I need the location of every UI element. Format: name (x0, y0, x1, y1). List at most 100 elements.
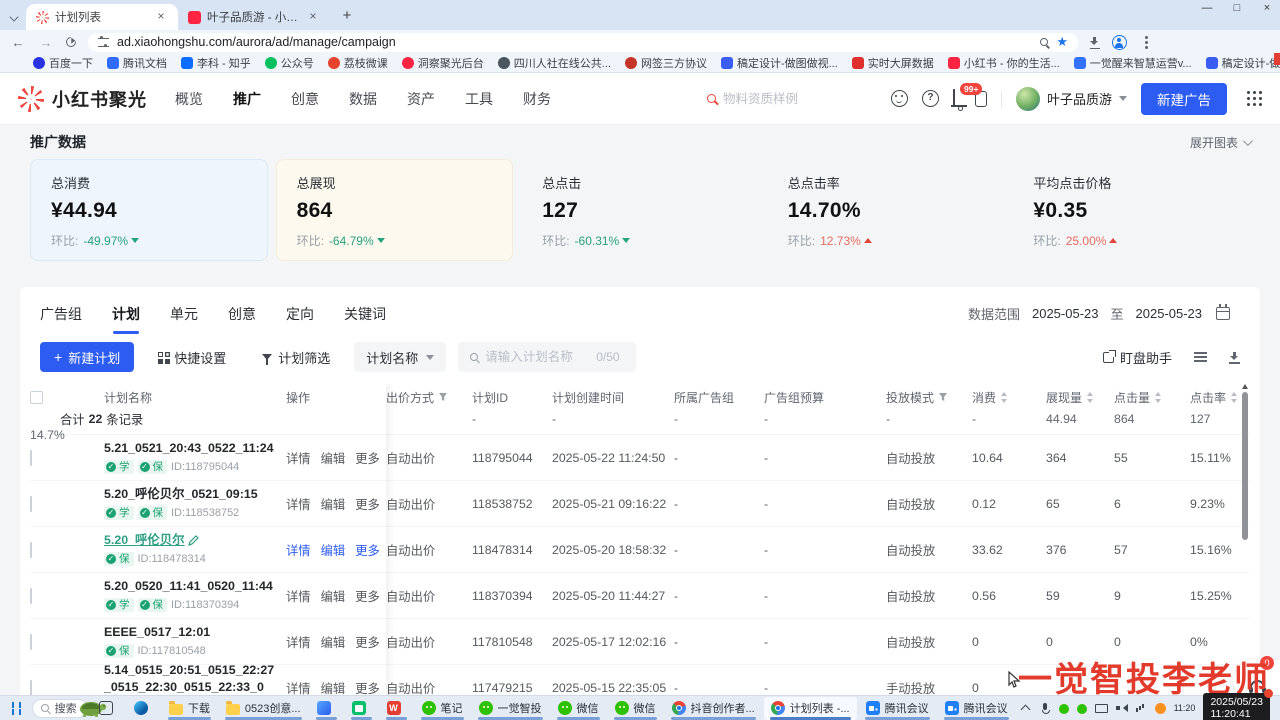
column-header[interactable]: 计划名称 (104, 389, 286, 406)
tray-icon[interactable] (1115, 702, 1127, 714)
filter-icon[interactable] (438, 392, 448, 402)
bookmark-item[interactable]: 荔枝微课 (321, 55, 395, 71)
url-text[interactable]: ad.xiaohongshu.com/aurora/ad/manage/camp… (117, 35, 1032, 49)
entity-tab[interactable]: 计划 (112, 304, 140, 334)
quick-setup-button[interactable]: 快捷设置 (146, 342, 238, 372)
plan-name-link[interactable]: 5.20_呼伦贝尔 (104, 533, 185, 547)
action-link[interactable]: 更多 (355, 541, 380, 559)
nav-item[interactable]: 概览 (175, 85, 203, 113)
entity-tab[interactable]: 单元 (170, 304, 198, 334)
new-tab-button[interactable]: + (336, 5, 358, 27)
bookmark-star-icon[interactable]: ★ (1056, 34, 1068, 50)
reload-button[interactable] (64, 35, 78, 49)
back-button[interactable]: ← (10, 35, 26, 50)
taskbar-app[interactable]: 一觉智投 (472, 697, 549, 720)
action-link[interactable]: 详情 (286, 449, 311, 467)
action-link[interactable]: 详情 (286, 587, 311, 605)
nav-item[interactable]: 工具 (465, 85, 493, 113)
edit-pencil-icon[interactable] (188, 535, 199, 546)
plan-name-link[interactable]: 5.14_0515_20:51_0515_22:27_0515_22:30_05… (104, 663, 274, 694)
tray-icon[interactable] (1059, 704, 1069, 714)
column-header[interactable]: 点击量 (1114, 389, 1190, 406)
search-field-select[interactable]: 计划名称 (354, 342, 446, 372)
column-header[interactable]: 广告组预算 (764, 389, 886, 406)
date-start[interactable]: 2025-05-23 (1032, 306, 1099, 321)
row-checkbox[interactable] (30, 680, 32, 696)
taskbar-app[interactable] (92, 697, 125, 720)
nav-item[interactable]: 创意 (291, 85, 319, 113)
plan-name-link[interactable]: 5.21_0521_20:43_0522_11:24 (104, 441, 274, 455)
row-checkbox[interactable] (30, 588, 32, 604)
feedback-smiley-icon[interactable] (891, 90, 908, 107)
column-header[interactable]: 点击率 (1190, 389, 1248, 406)
column-header[interactable]: 所属广告组 (674, 389, 764, 406)
date-end[interactable]: 2025-05-23 (1136, 306, 1203, 321)
scrollbar-up-arrow[interactable] (1242, 384, 1248, 389)
downloads-icon[interactable] (1090, 37, 1100, 47)
taskbar-app[interactable] (380, 697, 413, 720)
bookmark-item[interactable]: 稿定设计-做图做视... (714, 55, 845, 71)
sort-icon[interactable] (1000, 392, 1008, 403)
action-link[interactable]: 编辑 (321, 633, 346, 651)
row-checkbox[interactable] (30, 496, 32, 512)
zoom-icon[interactable] (1040, 38, 1048, 46)
forward-button[interactable]: → (38, 35, 54, 50)
taskbar-app[interactable]: 微信 (608, 697, 663, 720)
notifications[interactable]: 99+ (953, 90, 955, 108)
brand-logo[interactable]: 小红书聚光 (18, 86, 147, 112)
taskbar-app[interactable]: 笔记 (415, 697, 470, 720)
row-checkbox[interactable] (30, 542, 32, 558)
action-link[interactable]: 编辑 (321, 449, 346, 467)
bookmark-item[interactable]: 一觉醒来智慧运营v... (1067, 55, 1199, 71)
action-link[interactable]: 编辑 (321, 541, 346, 559)
action-link[interactable]: 编辑 (321, 495, 346, 513)
plan-name-link[interactable]: 5.20_0520_11:41_0520_11:44 (104, 579, 273, 593)
browser-menu-icon[interactable] (1145, 41, 1148, 44)
action-link[interactable]: 更多 (355, 587, 380, 605)
action-link[interactable]: 更多 (355, 449, 380, 467)
help-icon[interactable]: ? (922, 90, 939, 107)
action-link[interactable]: 详情 (286, 633, 311, 651)
nav-item[interactable]: 财务 (523, 85, 551, 113)
tray-icon[interactable] (1155, 703, 1166, 714)
new-plan-button[interactable]: + 新建计划 (40, 342, 134, 372)
tab-close-icon[interactable] (306, 10, 320, 24)
taskbar-app[interactable]: 0523创意... (219, 697, 308, 720)
header-search[interactable] (707, 92, 877, 106)
window-close-button[interactable]: × (1260, 2, 1274, 14)
nav-item[interactable]: 数据 (349, 85, 377, 113)
new-ad-button[interactable]: 新建广告 (1141, 83, 1227, 115)
bookmark-item[interactable]: 稿定设计-做图做视... (1199, 55, 1280, 71)
nav-item[interactable]: 资产 (407, 85, 435, 113)
browser-tab[interactable]: 叶子品质游 - 小红书搜索 (178, 4, 330, 30)
taskbar-app[interactable] (345, 697, 378, 720)
window-maximize-button[interactable]: □ (1230, 2, 1244, 14)
browser-profile-icon[interactable] (1112, 35, 1127, 50)
plan-filter-button[interactable]: 计划筛选 (250, 342, 342, 372)
site-settings-icon[interactable] (98, 38, 109, 47)
bookmark-item[interactable]: 网签三方协议 (618, 55, 714, 71)
action-link[interactable]: 详情 (286, 679, 311, 697)
row-checkbox[interactable] (30, 634, 32, 650)
action-link[interactable]: 编辑 (321, 587, 346, 605)
taskbar-app[interactable]: 抖音创作者... (665, 697, 762, 720)
taskbar-app[interactable]: 计划列表 -... (764, 697, 857, 720)
tray-icon[interactable] (1095, 702, 1107, 714)
entity-tab[interactable]: 定向 (286, 304, 314, 334)
bookmark-item[interactable]: 公众号 (258, 55, 321, 71)
action-link[interactable]: 更多 (355, 495, 380, 513)
taskbar-app[interactable] (127, 697, 160, 720)
bookmark-item[interactable]: 小红书 - 你的生活... (941, 55, 1067, 71)
taskbar-search[interactable]: 搜索 (32, 699, 88, 718)
entity-tab[interactable]: 关键词 (344, 304, 386, 334)
column-header[interactable]: 计划ID (472, 389, 552, 406)
bookmark-item[interactable]: 腾讯文档 (100, 55, 174, 71)
taskbar-app[interactable]: 腾讯会议 (938, 697, 1015, 720)
action-link[interactable]: 更多 (355, 679, 380, 697)
tray-icon[interactable] (1039, 702, 1051, 714)
browser-tab[interactable]: 计划列表 (26, 4, 178, 30)
tray-icon[interactable] (1077, 704, 1087, 714)
action-link[interactable]: 详情 (286, 541, 311, 559)
action-link[interactable]: 更多 (355, 633, 380, 651)
monitor-assistant-link[interactable]: 盯盘助手 (1103, 348, 1172, 367)
